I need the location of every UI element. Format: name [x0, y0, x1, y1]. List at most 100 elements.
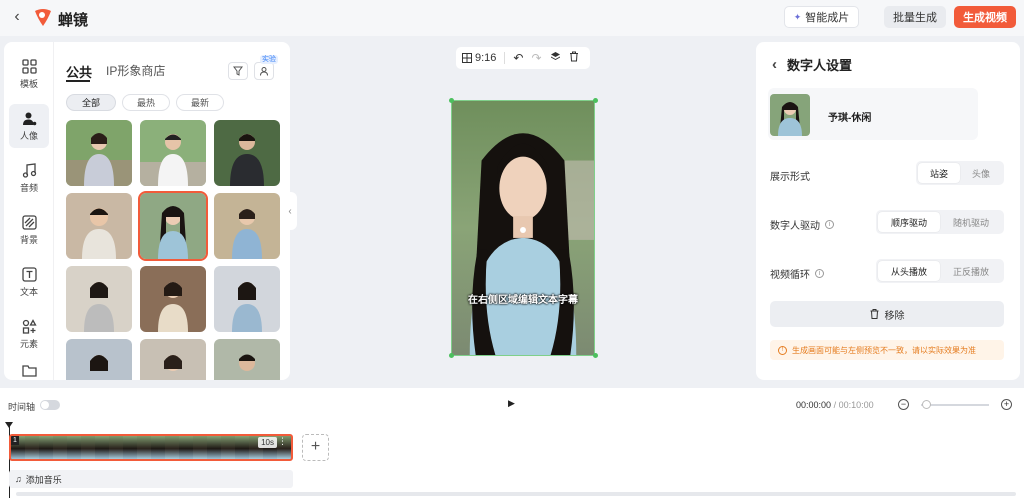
avatar-thumbnail[interactable]	[214, 339, 280, 380]
nav-item-more[interactable]	[9, 360, 49, 380]
add-clip-button[interactable]: +	[302, 434, 329, 461]
tab-ip-store[interactable]: IP形象商店	[106, 62, 165, 79]
clip-frame	[67, 436, 81, 459]
music-note-icon	[21, 162, 37, 178]
clip-frame	[123, 436, 137, 459]
active-tab-indicator	[66, 80, 90, 82]
clip-frame	[193, 436, 207, 459]
loop-pingpong-option[interactable]: 正反播放	[940, 261, 1002, 281]
nav-item-portrait[interactable]: 人像	[9, 104, 49, 148]
toolbar-divider	[504, 52, 506, 64]
drive-mode-label: 数字人驱动 i	[770, 217, 834, 232]
current-time: 00:00:00	[796, 400, 832, 410]
chevron-left-icon: ‹	[288, 205, 292, 217]
timeline-toggle[interactable]	[40, 400, 60, 410]
clip-frame	[137, 436, 151, 459]
nav-label: 人像	[19, 131, 38, 141]
back-icon[interactable]: ‹	[8, 8, 26, 26]
warning-icon: !	[778, 345, 787, 355]
zoom-slider-handle[interactable]	[922, 400, 931, 409]
avatar-thumbnail-selected[interactable]	[138, 191, 208, 261]
clip-frame	[53, 436, 67, 459]
display-standing-option[interactable]: 站姿	[918, 163, 960, 183]
drive-sequential-option[interactable]: 顺序驱动	[878, 212, 940, 232]
layers-icon[interactable]	[550, 51, 561, 65]
resize-handle[interactable]	[449, 98, 454, 103]
more-icon[interactable]: ⋮	[278, 436, 287, 447]
avatar-thumbnail[interactable]	[140, 339, 206, 380]
person-icon	[21, 110, 37, 126]
app-name: 蝉镜	[58, 12, 89, 29]
play-icon[interactable]: ▶	[508, 398, 515, 409]
add-music-track[interactable]: ♫ 添加音乐	[9, 470, 293, 488]
filter-hot[interactable]: 最热	[122, 94, 170, 111]
custom-avatar-button[interactable]	[254, 62, 274, 80]
drive-random-option[interactable]: 随机驱动	[940, 212, 1002, 232]
timeline-scrollbar[interactable]	[16, 492, 1016, 496]
avatar-thumbnail[interactable]	[214, 266, 280, 332]
top-bar: ‹ 蝉镜 ✦ 智能成片 批量生成 生成视频	[0, 0, 1024, 36]
warning-notice: ! 生成画面可能与左侧预览不一致，请以实际效果为准	[770, 340, 1004, 360]
info-icon[interactable]: i	[825, 220, 834, 229]
clip-frame	[151, 436, 165, 459]
nav-item-template[interactable]: 模板	[9, 52, 49, 96]
remove-button[interactable]: 移除	[770, 301, 1004, 327]
clip-number: 1	[11, 436, 19, 445]
timecode: 00:00:00 / 00:10:00	[796, 400, 874, 410]
resize-handle[interactable]	[593, 98, 598, 103]
avatar-thumbnail[interactable]	[66, 266, 132, 332]
back-icon[interactable]: ‹	[772, 56, 777, 73]
subtitle-text[interactable]: 在右侧区域编辑文本字幕	[451, 291, 595, 306]
redo-icon[interactable]: ↷	[531, 51, 541, 65]
playhead-handle[interactable]	[5, 422, 13, 428]
resize-handle[interactable]	[593, 353, 598, 358]
drive-mode-toggle: 顺序驱动 随机驱动	[876, 210, 1004, 234]
nav-item-audio[interactable]: 音频	[9, 156, 49, 200]
clip-frame	[207, 436, 221, 459]
display-head-option[interactable]: 头像	[960, 163, 1002, 183]
user-icon	[260, 67, 268, 76]
avatar-thumbnail[interactable]	[66, 339, 132, 380]
aspect-ratio-icon	[462, 53, 472, 63]
display-mode-toggle: 站姿 头像	[916, 161, 1004, 185]
time-separator: /	[833, 400, 837, 410]
delete-icon[interactable]	[569, 51, 579, 65]
info-icon[interactable]: i	[815, 269, 824, 278]
resize-handle[interactable]	[449, 353, 454, 358]
video-preview[interactable]	[451, 100, 595, 356]
avatar-thumbnail[interactable]	[214, 120, 280, 186]
generate-video-button[interactable]: 生成视频	[954, 6, 1016, 28]
clip-frame	[179, 436, 193, 459]
panel-title: 数字人设置	[787, 58, 853, 73]
loop-from-start-option[interactable]: 从头播放	[878, 261, 940, 281]
batch-generate-button[interactable]: 批量生成	[884, 6, 946, 28]
canvas-toolbar: 9:16 ↶ ↷	[456, 47, 590, 69]
nav-item-elements[interactable]: 元素	[9, 312, 49, 356]
zoom-in-icon[interactable]: +	[1001, 399, 1012, 410]
avatar-thumbnail[interactable]	[214, 193, 280, 259]
nav-item-background[interactable]: 背景	[9, 208, 49, 252]
nav-item-text[interactable]: 文本	[9, 260, 49, 304]
clip-frame	[25, 436, 39, 459]
timeline-label: 时间轴	[8, 402, 36, 412]
avatar-thumbnail[interactable]	[140, 266, 206, 332]
avatar-thumbnail[interactable]	[66, 120, 132, 186]
loop-mode-toggle: 从头播放 正反播放	[876, 259, 1004, 283]
nav-label: 模板	[19, 79, 38, 89]
filter-new[interactable]: 最新	[176, 94, 224, 111]
filter-all[interactable]: 全部	[66, 94, 116, 111]
video-clip[interactable]: 1 10s ⋮	[9, 434, 293, 461]
tab-public[interactable]: 公共	[66, 62, 92, 81]
app-logo	[32, 6, 54, 28]
clip-frame	[95, 436, 109, 459]
avatar-thumbnail[interactable]	[66, 193, 132, 259]
undo-icon[interactable]: ↶	[513, 51, 523, 65]
zoom-slider-track[interactable]	[921, 404, 989, 406]
zoom-out-icon[interactable]: −	[898, 399, 909, 410]
avatar-thumbnail[interactable]	[140, 120, 206, 186]
filter-button[interactable]	[228, 62, 248, 80]
magic-wand-icon: ✦	[793, 11, 802, 22]
aspect-ratio-button[interactable]: 9:16	[462, 52, 496, 64]
collapse-panel-button[interactable]: ‹	[283, 192, 297, 230]
smart-video-button[interactable]: ✦ 智能成片	[784, 6, 859, 28]
